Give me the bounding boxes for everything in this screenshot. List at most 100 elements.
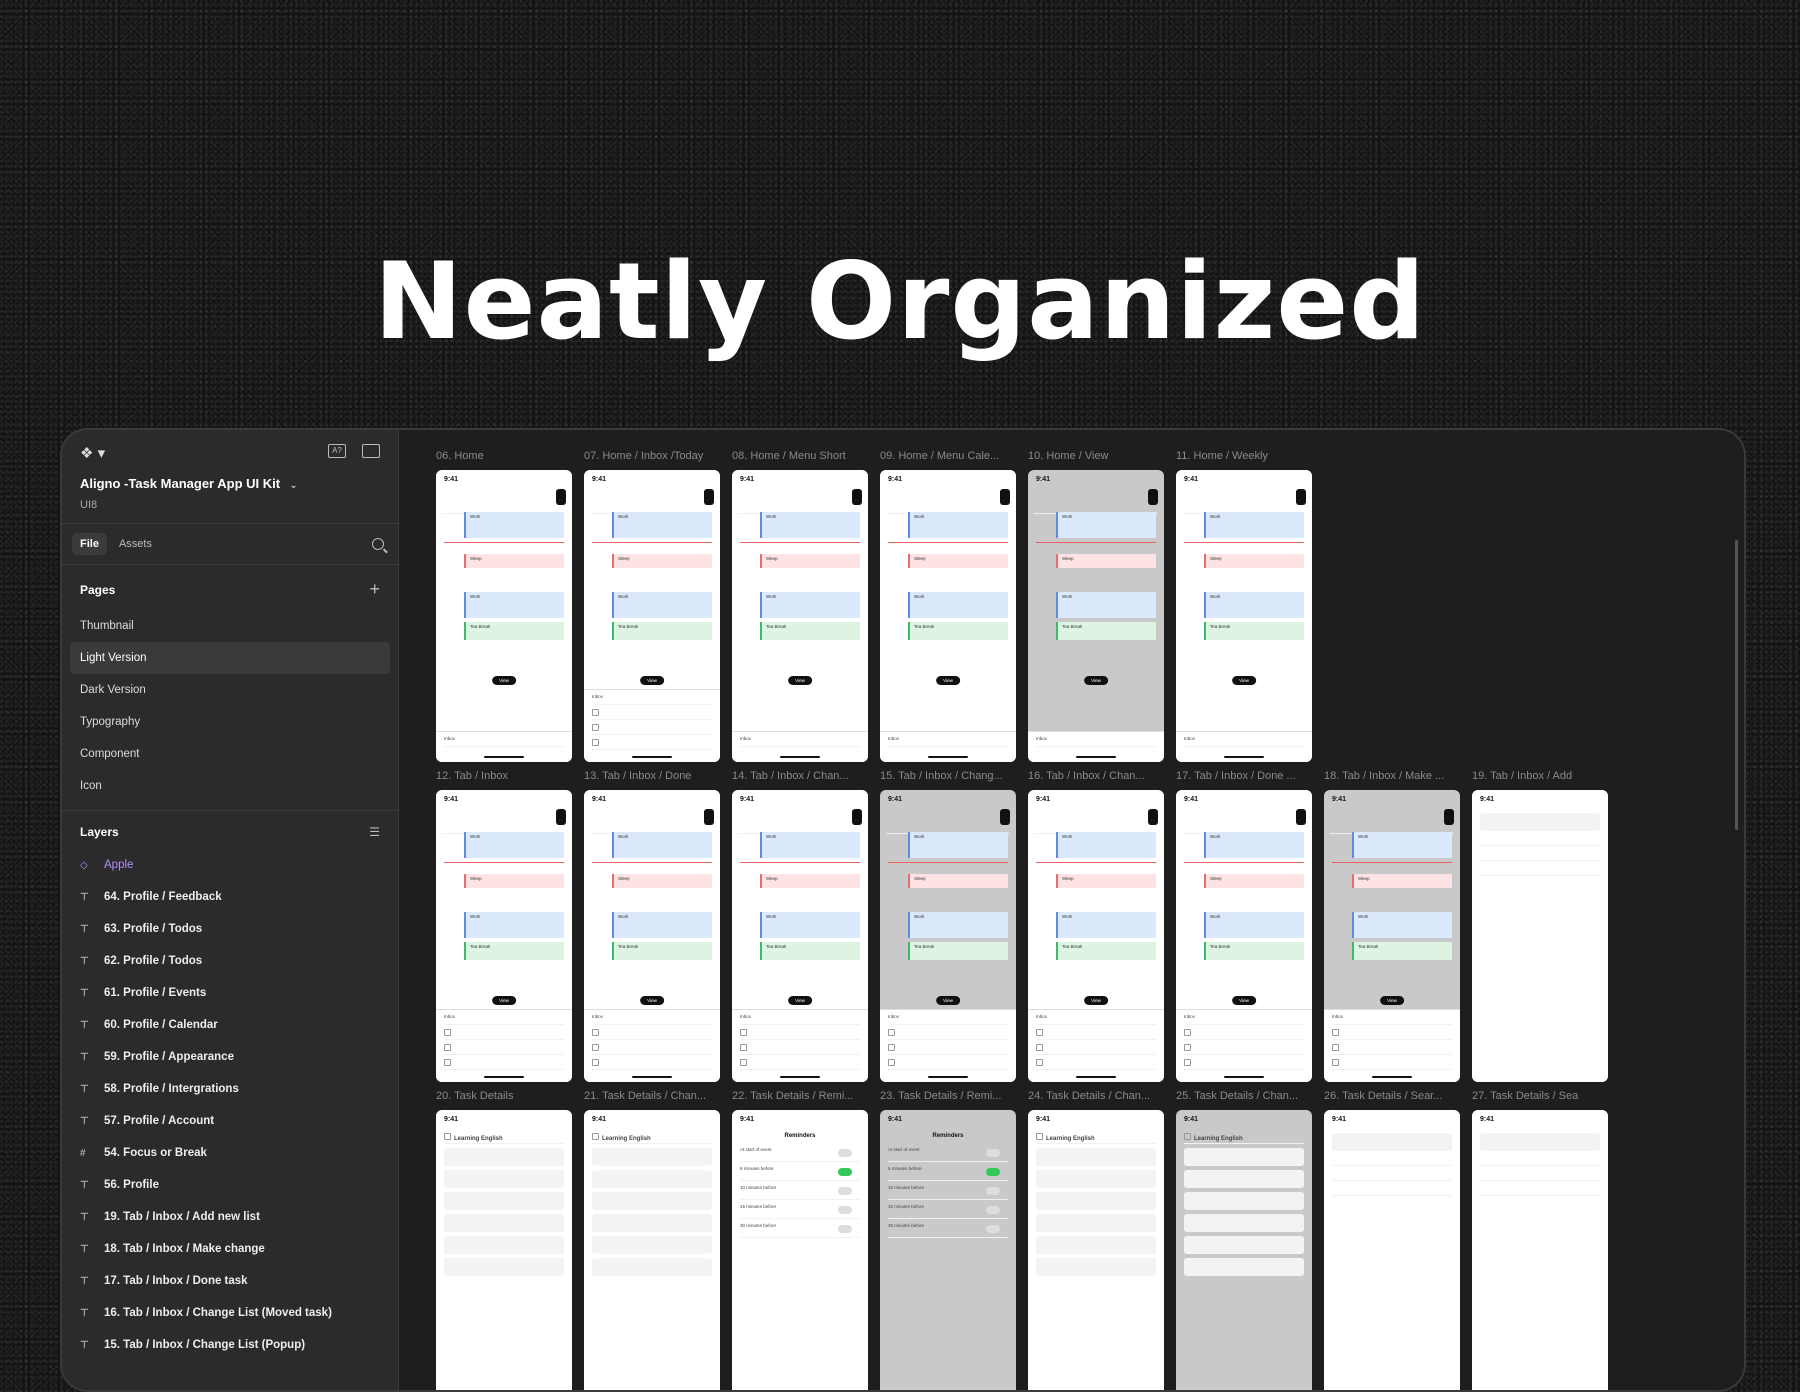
calendar-event[interactable]: Sleep (908, 554, 1008, 568)
artboard-frame[interactable]: 20. Task Details 9:41 Learning English (436, 1090, 572, 1390)
day-cell[interactable] (1444, 809, 1454, 825)
detail-field[interactable] (1184, 1258, 1304, 1276)
day-cell[interactable] (1425, 809, 1435, 825)
page-item-dark-version[interactable]: Dark Version (62, 674, 398, 706)
detail-field[interactable] (444, 1192, 564, 1210)
artboard-title[interactable]: 25. Task Details / Chan... (1176, 1090, 1312, 1102)
artboard-title[interactable]: 15. Tab / Inbox / Chang... (880, 770, 1016, 782)
checkbox-icon[interactable] (1184, 1029, 1191, 1036)
day-cell[interactable] (886, 809, 896, 825)
checkbox-icon[interactable] (740, 1044, 747, 1051)
day-cell[interactable] (738, 489, 748, 505)
inbox-row[interactable]: Inbox (1332, 1014, 1452, 1025)
artboard-title[interactable]: 06. Home (436, 450, 572, 462)
day-cell[interactable] (1201, 489, 1211, 505)
toggle-switch[interactable] (838, 1187, 852, 1195)
detail-field[interactable] (592, 1192, 712, 1210)
inbox-row[interactable]: Inbox (1036, 736, 1156, 747)
day-cell[interactable] (757, 489, 767, 505)
checkbox-icon[interactable] (888, 1044, 895, 1051)
view-button[interactable]: View (1232, 676, 1256, 685)
calendar-event[interactable]: Work (1352, 912, 1452, 938)
checkbox-icon[interactable] (1332, 1029, 1339, 1036)
artboard-title[interactable]: 26. Task Details / Sear... (1324, 1090, 1460, 1102)
checkbox-icon[interactable] (740, 1059, 747, 1066)
calendar-event[interactable]: Sleep (1204, 554, 1304, 568)
day-cell[interactable] (1034, 809, 1044, 825)
day-cell[interactable] (943, 489, 953, 505)
day-cell[interactable] (852, 489, 862, 505)
day-cell[interactable] (1330, 809, 1340, 825)
calendar-event[interactable]: Tea Break (464, 622, 564, 640)
contact-row[interactable] (1480, 1155, 1600, 1166)
day-cell[interactable] (1239, 809, 1249, 825)
calendar-event[interactable]: Work (760, 592, 860, 618)
artboard-title[interactable]: 22. Task Details / Remi... (732, 1090, 868, 1102)
toggle-switch[interactable] (986, 1187, 1000, 1195)
day-cell[interactable] (905, 809, 915, 825)
day-cell[interactable] (1000, 809, 1010, 825)
detail-field[interactable] (1184, 1148, 1304, 1166)
canvas[interactable]: 06. Home 9:41 Work Sleep Work Tea Break View In… (399, 430, 1744, 1390)
inbox-row[interactable]: Inbox (444, 736, 564, 747)
day-cell[interactable] (518, 489, 528, 505)
detail-field[interactable] (444, 1148, 564, 1166)
day-cell[interactable] (795, 489, 805, 505)
day-cell[interactable] (480, 809, 490, 825)
day-cell[interactable] (1072, 809, 1082, 825)
day-cell[interactable] (1220, 809, 1230, 825)
day-cell[interactable] (704, 809, 714, 825)
day-cell[interactable] (609, 809, 619, 825)
checkbox-icon[interactable] (1036, 1059, 1043, 1066)
task-title[interactable]: Learning English (1184, 1133, 1304, 1144)
day-cell[interactable] (537, 489, 547, 505)
inbox-row[interactable]: Inbox (740, 736, 860, 747)
checkbox-icon[interactable] (592, 1133, 599, 1140)
calendar-event[interactable]: Tea Break (760, 942, 860, 960)
artboard-frame[interactable]: 24. Task Details / Chan... 9:41 Learning E… (1028, 1090, 1164, 1390)
layer-item[interactable]: ⊤ 64. Profile / Feedback (62, 881, 398, 913)
search-field[interactable] (1480, 1133, 1600, 1151)
calendar-event[interactable]: Work (1056, 592, 1156, 618)
calendar-event[interactable]: Work (908, 832, 1008, 858)
day-cell[interactable] (518, 809, 528, 825)
day-cell[interactable] (962, 809, 972, 825)
artboard-frame[interactable]: 21. Task Details / Chan... 9:41 Learning E… (584, 1090, 720, 1390)
search-field[interactable] (1480, 813, 1600, 831)
toggle-switch[interactable] (838, 1149, 852, 1157)
calendar-event[interactable]: Work (1204, 592, 1304, 618)
artboard-title[interactable]: 20. Task Details (436, 1090, 572, 1102)
layer-item[interactable]: ⊤ 60. Profile / Calendar (62, 1009, 398, 1041)
tab-assets[interactable]: Assets (111, 533, 160, 555)
calendar-event[interactable]: Work (760, 512, 860, 538)
artboard-frame[interactable]: 25. Task Details / Chan... 9:41 Learning E… (1176, 1090, 1312, 1390)
calendar-event[interactable]: Tea Break (908, 622, 1008, 640)
reminder-option[interactable]: 15 minutes before (888, 1204, 1008, 1219)
artboard-title[interactable]: 17. Tab / Inbox / Done ... (1176, 770, 1312, 782)
day-cell[interactable] (1258, 809, 1268, 825)
detail-field[interactable] (592, 1170, 712, 1188)
detail-field[interactable] (1036, 1192, 1156, 1210)
checkbox-icon[interactable] (592, 724, 599, 731)
artboard-frame[interactable]: 10. Home / View 9:41 Work Sleep Work Tea Brea… (1028, 450, 1164, 762)
view-button[interactable]: View (788, 996, 812, 1005)
reminder-option[interactable]: 30 minutes before (888, 1223, 1008, 1238)
day-cell[interactable] (833, 489, 843, 505)
artboard-frame[interactable]: 13. Tab / Inbox / Done 9:41 Work Sleep Work T… (584, 770, 720, 1082)
calendar-event[interactable]: Sleep (612, 554, 712, 568)
artboard-title[interactable]: 27. Task Details / Sea (1472, 1090, 1608, 1102)
layer-item[interactable]: ⊤ 62. Profile / Todos (62, 945, 398, 977)
calendar-event[interactable]: Work (612, 912, 712, 938)
toggle-switch[interactable] (838, 1225, 852, 1233)
layer-item[interactable]: ⊤ 16. Tab / Inbox / Change List (Moved ta… (62, 1297, 398, 1329)
calendar-event[interactable]: Sleep (760, 874, 860, 888)
view-button[interactable]: View (640, 996, 664, 1005)
artboard-frame[interactable]: 06. Home 9:41 Work Sleep Work Tea Break View In… (436, 450, 572, 762)
day-cell[interactable] (924, 809, 934, 825)
task-row[interactable] (592, 1029, 712, 1040)
page-item-component[interactable]: Component (62, 738, 398, 770)
task-title[interactable]: Learning English (592, 1133, 712, 1144)
calendar-event[interactable]: Tea Break (1204, 622, 1304, 640)
view-button[interactable]: View (640, 676, 664, 685)
artboard-title[interactable]: 09. Home / Menu Cale... (880, 450, 1016, 462)
